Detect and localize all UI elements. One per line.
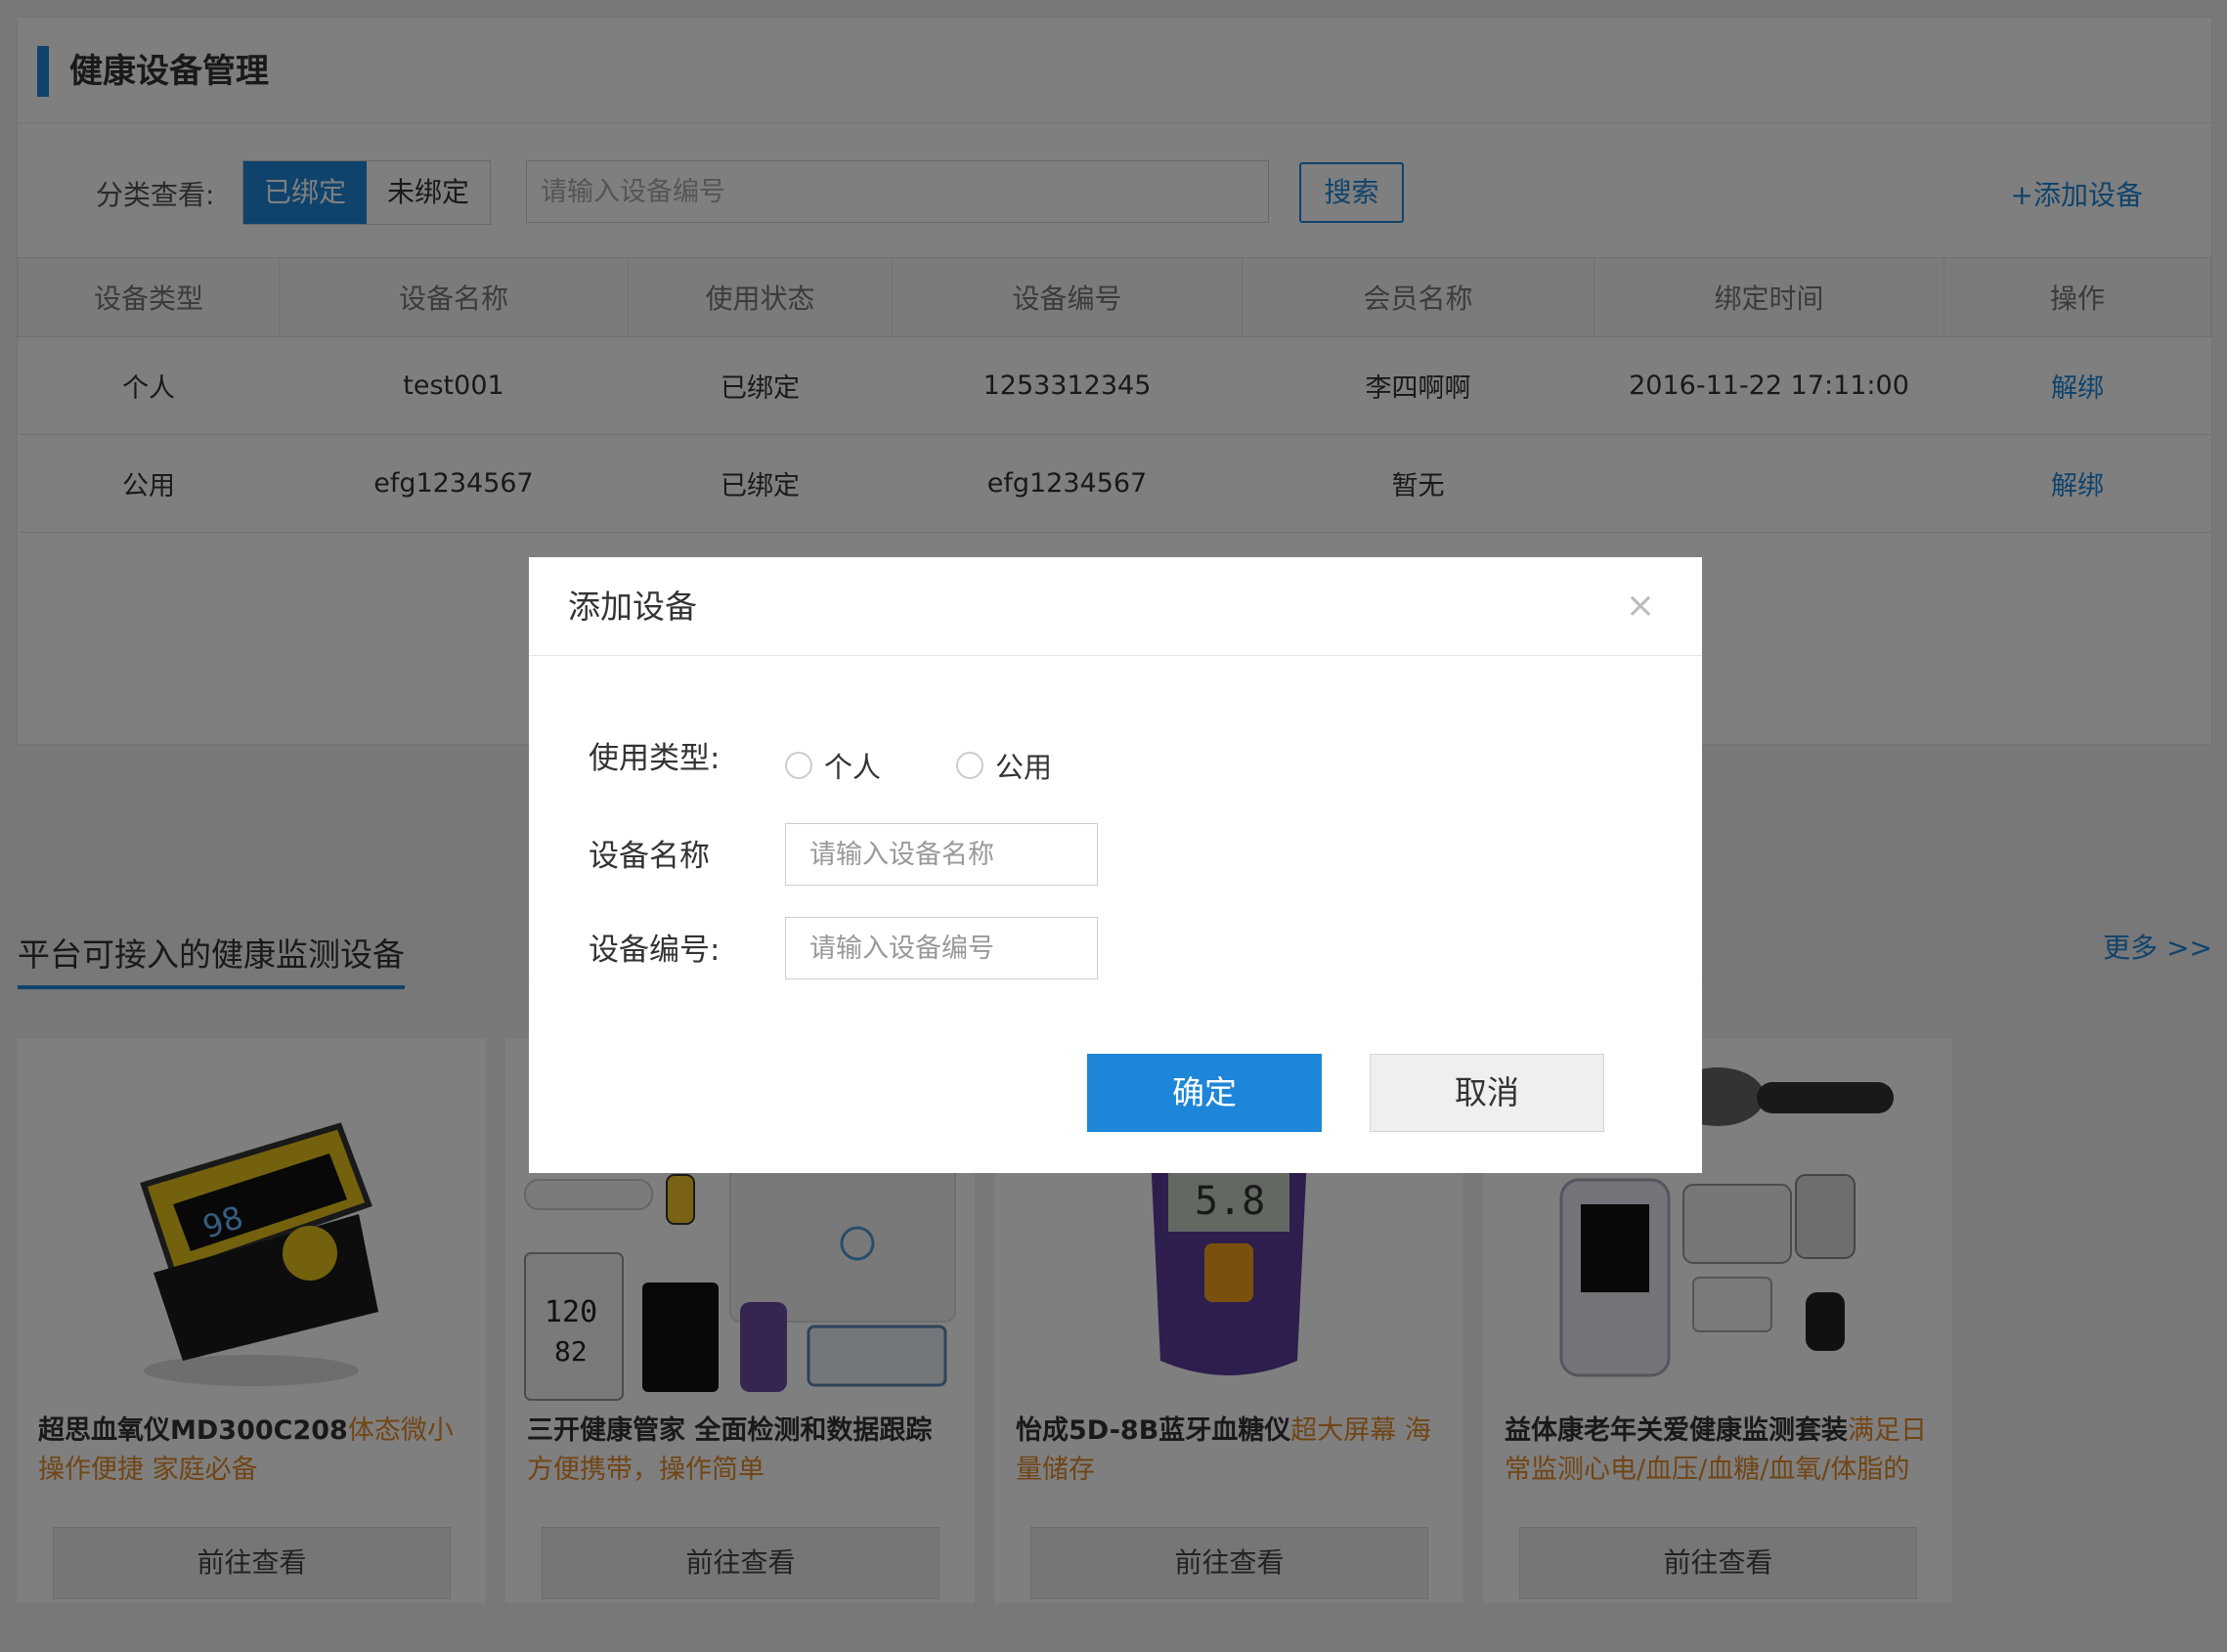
usage-type-label: 使用类型: [589, 741, 720, 776]
close-icon[interactable]: × [1626, 587, 1655, 626]
cancel-button[interactable]: 取消 [1370, 1054, 1604, 1132]
radio-circle-icon [785, 752, 812, 779]
device-code-label: 设备编号: [589, 933, 720, 968]
dialog-header: 添加设备 × [529, 557, 1702, 656]
confirm-button[interactable]: 确定 [1087, 1054, 1322, 1132]
device-code-input[interactable] [785, 917, 1098, 979]
radio-public[interactable]: 公用 [956, 745, 1052, 786]
radio-label: 公用 [995, 751, 1053, 784]
radio-circle-icon [956, 752, 983, 779]
radio-label: 个人 [824, 751, 882, 784]
device-name-label: 设备名称 [589, 839, 710, 874]
add-device-dialog: 添加设备 × 使用类型: 个人 公用 设备名称 设备编号: 确定 取消 [529, 557, 1702, 1173]
radio-personal[interactable]: 个人 [785, 745, 881, 786]
device-name-input[interactable] [785, 823, 1098, 886]
dialog-title: 添加设备 [568, 587, 697, 626]
